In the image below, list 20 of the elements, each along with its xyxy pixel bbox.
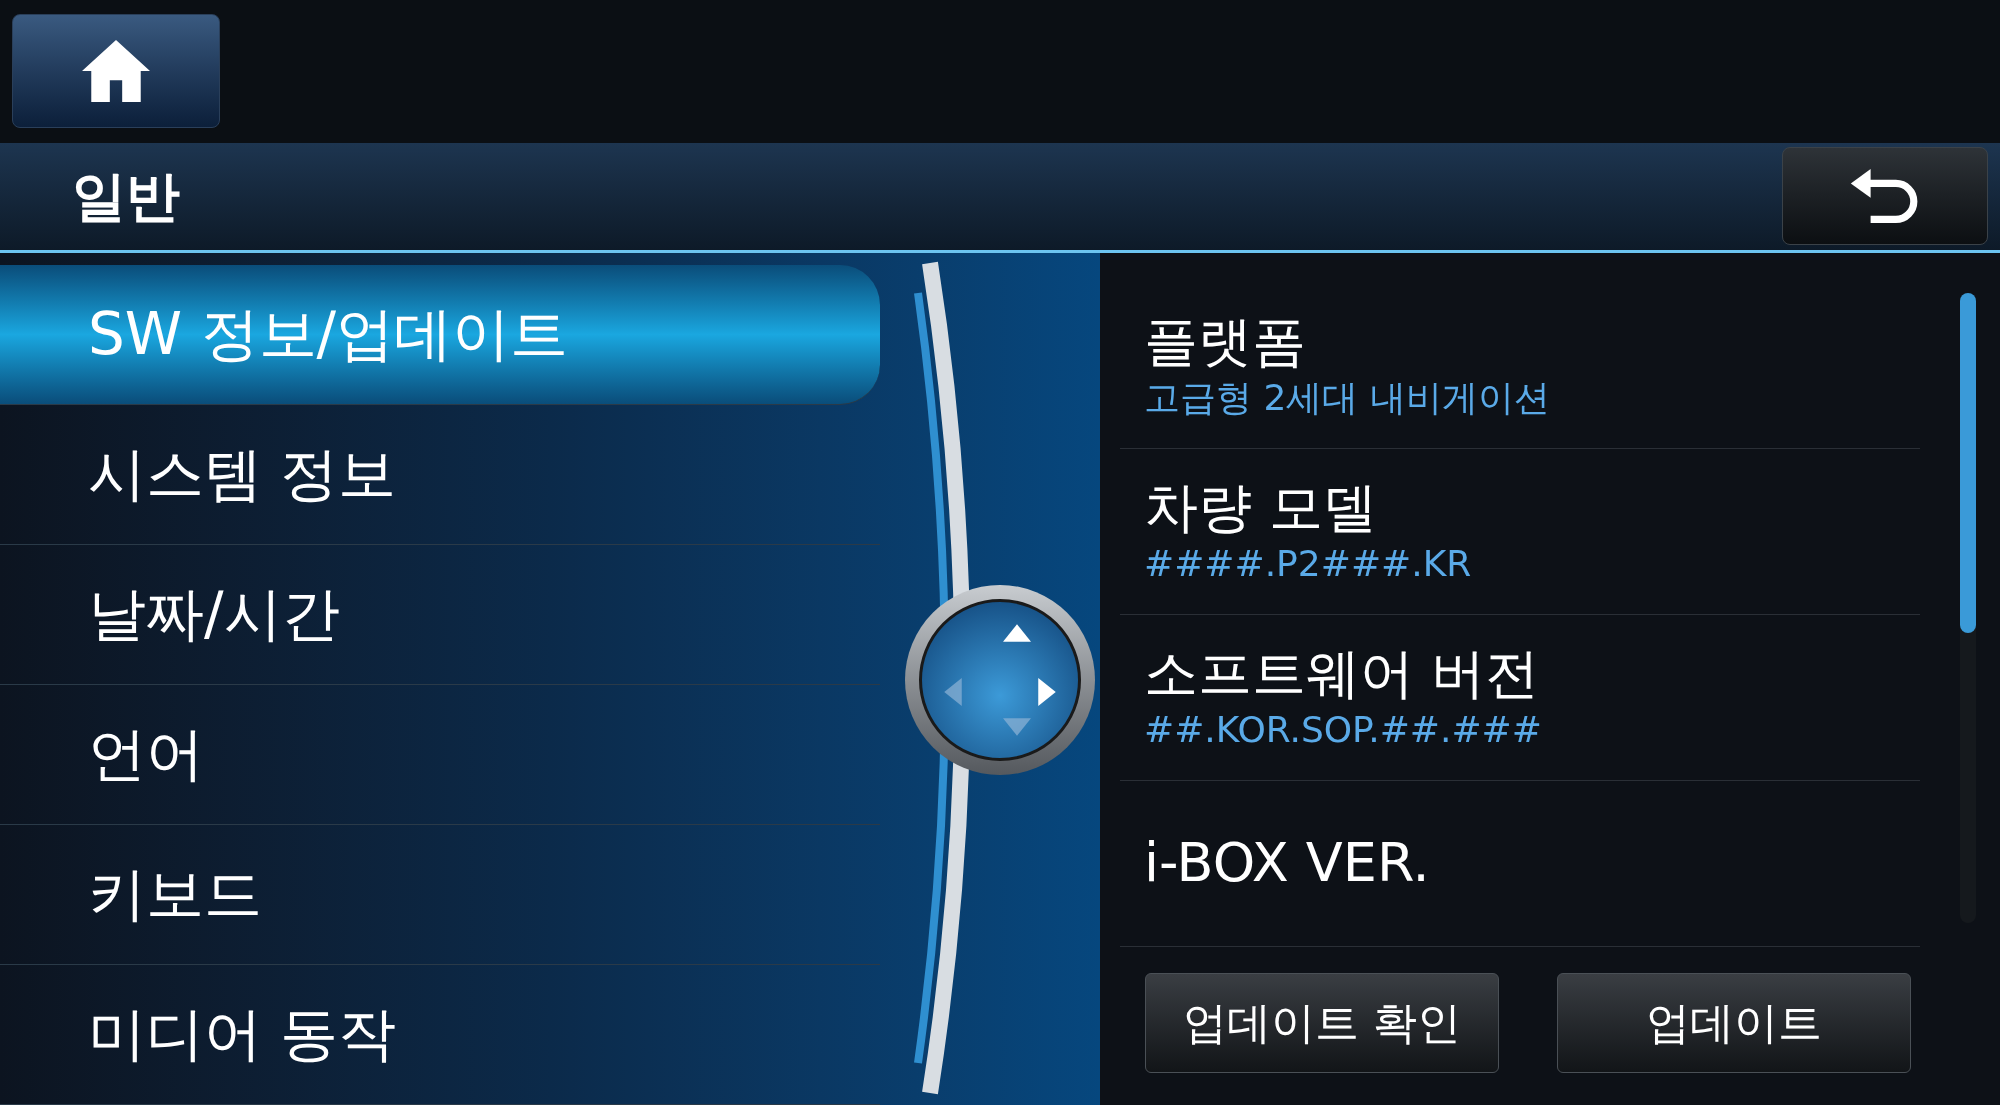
scrollbar-thumb[interactable] — [1960, 293, 1976, 633]
arrow-up-icon[interactable] — [1003, 624, 1031, 642]
menu-item[interactable]: 시스템 정보 — [0, 405, 880, 545]
menu-item[interactable]: 미디어 동작 — [0, 965, 880, 1105]
detail-title: i-BOX VER. — [1144, 831, 1431, 896]
menu-item[interactable]: 날짜/시간 — [0, 545, 880, 685]
page-title: 일반 — [72, 163, 180, 230]
update-button[interactable]: 업데이트 — [1557, 973, 1911, 1073]
detail-value: 고급형 2세대 내비게이션 — [1144, 375, 1551, 420]
home-button[interactable] — [12, 14, 220, 128]
menu-item[interactable]: 키보드 — [0, 825, 880, 965]
arrow-right-icon[interactable] — [1038, 678, 1056, 706]
detail-title: 차량 모델 — [1144, 475, 1379, 541]
back-button[interactable] — [1782, 147, 1988, 246]
detail-value: ##.KOR.SOP.##.### — [1144, 707, 1543, 752]
detail-value: ####.P2###.KR — [1144, 541, 1473, 586]
update-button[interactable]: 업데이트 확인 — [1145, 973, 1499, 1073]
detail-title: 플랫폼 — [1144, 309, 1307, 375]
detail-title: 소프트웨어 버전 — [1144, 641, 1541, 707]
menu-item[interactable]: 언어 — [0, 685, 880, 825]
